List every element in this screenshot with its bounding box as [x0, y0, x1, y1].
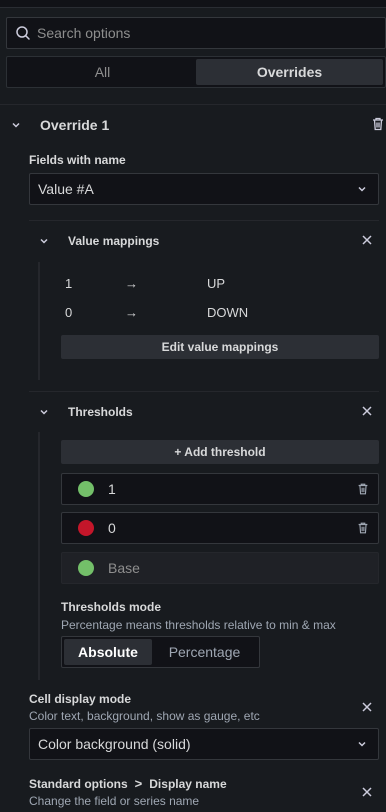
search-icon	[15, 25, 31, 41]
threshold-value: Base	[108, 560, 140, 576]
remove-value-mappings-icon[interactable]	[361, 234, 373, 246]
threshold-color-swatch[interactable]	[78, 520, 94, 536]
breadcrumb-child: Display name	[149, 776, 227, 791]
tab-all[interactable]: All	[9, 59, 196, 85]
breadcrumb-parent: Standard options	[29, 776, 128, 791]
divider	[0, 104, 386, 105]
field-name-select[interactable]: Value #A	[29, 173, 379, 205]
remove-display-name-icon[interactable]	[361, 786, 373, 798]
threshold-value[interactable]: 0	[108, 520, 116, 536]
chevron-down-icon	[356, 738, 368, 750]
override-title: Override 1	[40, 117, 110, 133]
chevron-down-icon[interactable]	[38, 235, 50, 247]
cell-display-desc: Color text, background, show as gauge, e…	[29, 709, 260, 723]
mapping-row: 0 → DOWN	[65, 305, 248, 320]
threshold-row-base: Base	[61, 552, 379, 584]
top-edge	[0, 0, 386, 8]
trash-icon[interactable]	[356, 481, 370, 497]
chevron-down-icon	[356, 183, 368, 195]
mapping-value: 0	[65, 305, 73, 320]
mode-absolute[interactable]: Absolute	[64, 639, 152, 665]
arrow-right-icon: →	[125, 305, 138, 320]
mapping-text: DOWN	[207, 305, 249, 320]
cell-display-select[interactable]: Color background (solid)	[29, 728, 379, 760]
value-mappings-header[interactable]: Value mappings	[38, 234, 159, 248]
divider	[29, 391, 379, 392]
add-threshold-button[interactable]: + Add threshold	[61, 440, 379, 464]
tab-overrides[interactable]: Overrides	[196, 59, 383, 85]
chevron-down-icon[interactable]	[38, 406, 50, 418]
edit-value-mappings-button[interactable]: Edit value mappings	[61, 335, 379, 359]
mode-percentage[interactable]: Percentage	[152, 639, 257, 665]
search-box[interactable]	[6, 17, 386, 49]
cell-display-label: Cell display mode	[29, 692, 132, 706]
indent-bar	[38, 262, 40, 380]
thresholds-title: Thresholds	[68, 405, 133, 419]
search-input[interactable]	[37, 25, 357, 41]
threshold-row[interactable]: 1	[61, 473, 379, 505]
threshold-color-swatch[interactable]	[78, 481, 94, 497]
thresholds-header[interactable]: Thresholds	[38, 405, 133, 419]
delete-override-icon[interactable]	[370, 116, 386, 132]
divider	[29, 220, 379, 221]
breadcrumb: Standard options > Display name	[29, 776, 227, 791]
options-tabs: All Overrides	[6, 56, 386, 88]
cell-display-value: Color background (solid)	[38, 736, 191, 752]
threshold-row[interactable]: 0	[61, 512, 379, 544]
value-mappings-title: Value mappings	[68, 234, 160, 248]
thresholds-mode-desc: Percentage means thresholds relative to …	[61, 618, 336, 632]
threshold-value[interactable]: 1	[108, 481, 116, 497]
override-header[interactable]: Override 1	[10, 114, 109, 136]
display-name-desc: Change the field or series name	[29, 794, 200, 808]
remove-cell-display-icon[interactable]	[361, 701, 373, 713]
arrow-right-icon: →	[125, 276, 138, 291]
breadcrumb-separator: >	[134, 776, 143, 791]
mapping-value: 1	[65, 276, 73, 291]
threshold-color-swatch[interactable]	[78, 560, 94, 576]
thresholds-mode-toggle: Absolute Percentage	[61, 636, 260, 668]
thresholds-mode-label: Thresholds mode	[61, 600, 162, 614]
remove-thresholds-icon[interactable]	[361, 405, 373, 417]
trash-icon[interactable]	[356, 520, 370, 536]
chevron-down-icon[interactable]	[10, 119, 22, 131]
mapping-row: 1 → UP	[65, 276, 225, 291]
field-name-value: Value #A	[38, 181, 94, 197]
matcher-label: Fields with name	[29, 153, 126, 167]
mapping-text: UP	[207, 276, 226, 291]
indent-bar	[38, 432, 40, 680]
